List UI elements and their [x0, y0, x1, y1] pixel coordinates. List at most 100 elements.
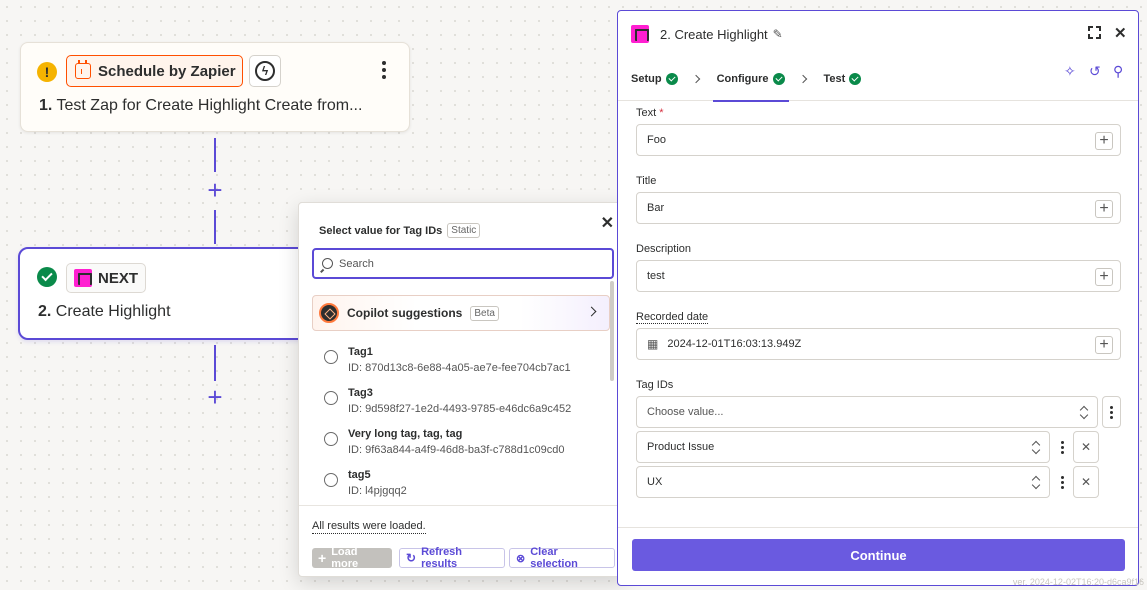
remove-tag-value-1-button[interactable]: ✕: [1073, 431, 1099, 463]
tag-ids-field-label: Tag IDs: [636, 379, 674, 391]
step-2-card[interactable]: NEXT 2. Create Highlight: [18, 247, 318, 340]
tab-setup-label: Setup: [631, 72, 662, 85]
tag-ids-popover: Select value for Tag IDs Static ✕ Copilo…: [298, 202, 627, 577]
insert-data-button[interactable]: +: [1095, 200, 1113, 218]
tag-ids-select[interactable]: Choose value...: [636, 396, 1098, 428]
clear-label: Clear selection: [530, 546, 578, 570]
tag-ids-placeholder: Choose value...: [647, 406, 724, 418]
remove-tag-value-2-button[interactable]: ✕: [1073, 466, 1099, 498]
next-logo-icon: [631, 25, 649, 43]
warning-icon: !: [37, 62, 57, 82]
tag-value-select-1[interactable]: Product Issue: [636, 431, 1050, 463]
tag-value-1-options-button[interactable]: [1054, 431, 1070, 463]
search-icon: [322, 258, 333, 269]
option-id: ID: 870d13c8-6e88-4a05-ae7e-fee704cb7ac1: [348, 362, 571, 374]
required-marker: *: [659, 107, 664, 119]
clear-selection-button[interactable]: ⊗ Clear selection: [509, 546, 615, 570]
close-icon[interactable]: ✕: [601, 213, 614, 233]
add-step-button-1[interactable]: +: [205, 177, 225, 203]
step-2-app-name: NEXT: [98, 269, 139, 287]
radio-button[interactable]: [324, 473, 338, 487]
insert-data-button[interactable]: +: [1095, 336, 1113, 354]
more-vertical-icon: [1110, 405, 1113, 419]
step-1-card[interactable]: ! Schedule by Zapier ϟ 1. Test Zap for C…: [20, 42, 410, 132]
refresh-results-button[interactable]: ↻ Refresh results: [399, 546, 505, 570]
scrollbar[interactable]: [610, 281, 614, 381]
panel-title: 2. Create Highlight: [660, 26, 768, 42]
tag-ids-options-button[interactable]: [1102, 396, 1121, 428]
recorded-date-field[interactable]: ▦ 2024-12-01T16:03:13.949Z +: [636, 328, 1121, 360]
radio-button[interactable]: [324, 432, 338, 446]
panel-header: 2. Create Highlight ✎: [618, 11, 1138, 57]
description-value: test: [647, 270, 665, 282]
pencil-icon[interactable]: ✎: [773, 27, 783, 41]
insert-data-button[interactable]: +: [1095, 268, 1113, 286]
tag-value-2-options-button[interactable]: [1054, 466, 1070, 498]
close-panel-icon[interactable]: ✕: [1114, 24, 1127, 42]
tab-test-label: Test: [823, 72, 846, 85]
static-badge: Static: [447, 223, 481, 238]
plus-icon: +: [318, 550, 327, 566]
text-value: Foo: [647, 134, 666, 146]
title-value: Bar: [647, 202, 665, 214]
refresh-icon: ↻: [406, 551, 417, 565]
title-field[interactable]: Bar +: [636, 192, 1121, 224]
close-icon: ✕: [1080, 475, 1092, 489]
chevron-updown-icon: [1080, 406, 1088, 420]
app-chip-next[interactable]: NEXT: [66, 263, 146, 293]
text-field[interactable]: Foo +: [636, 124, 1121, 156]
step-1-menu-icon[interactable]: [381, 61, 387, 79]
version-label: ver. 2024-12-02T16:20-d6ca9f16: [1012, 577, 1144, 587]
title-field-label: Title: [636, 175, 657, 187]
connector-line-bottom: [214, 345, 216, 381]
app-chip-schedule[interactable]: Schedule by Zapier: [66, 55, 243, 87]
copilot-icon: [319, 303, 339, 323]
undo-icon[interactable]: ↺: [1089, 63, 1101, 80]
description-field[interactable]: test +: [636, 260, 1121, 292]
copilot-suggestions-button[interactable]: Copilot suggestions Beta: [312, 295, 610, 331]
sparkle-icon[interactable]: ✧: [1064, 63, 1076, 80]
copilot-label: Copilot suggestions: [347, 306, 463, 320]
clear-circle-icon: ⊗: [516, 552, 526, 565]
expand-icon[interactable]: [1088, 26, 1101, 39]
list-item[interactable]: tag5 ID: l4pjgqq2: [324, 469, 604, 505]
step-2-number: 2.: [38, 303, 52, 320]
check-icon: [849, 72, 862, 85]
tag-value-select-2[interactable]: UX: [636, 466, 1050, 498]
radio-button[interactable]: [324, 391, 338, 405]
refresh-label: Refresh results: [421, 546, 463, 570]
option-id: ID: 9d598f27-1e2d-4493-9785-e46dc6a9c452: [348, 403, 572, 415]
search-icon[interactable]: ⚲: [1113, 63, 1123, 80]
option-label: Tag1: [348, 346, 373, 358]
load-more-button[interactable]: + Load more: [312, 546, 392, 570]
search-input[interactable]: [339, 257, 599, 270]
search-field[interactable]: [312, 248, 614, 279]
trigger-chip[interactable]: ϟ: [249, 55, 281, 87]
description-field-label: Description: [636, 243, 692, 255]
bolt-icon: ϟ: [255, 61, 275, 81]
list-item[interactable]: Tag3 ID: 9d598f27-1e2d-4493-9785-e46dc6a…: [324, 387, 604, 423]
tag-value-2: UX: [647, 476, 663, 488]
tag-value-1: Product Issue: [647, 441, 715, 453]
step-2-title: 2. Create Highlight: [38, 303, 171, 321]
tab-setup[interactable]: Setup: [629, 57, 680, 101]
check-icon: [772, 72, 785, 85]
radio-button[interactable]: [324, 350, 338, 364]
text-field-label: Text *: [636, 107, 664, 119]
continue-button[interactable]: Continue: [632, 539, 1125, 571]
add-step-button-2[interactable]: +: [205, 384, 225, 410]
recorded-date-value: 2024-12-01T16:03:13.949Z: [667, 338, 802, 350]
tab-test[interactable]: Test: [822, 57, 864, 101]
insert-data-button[interactable]: +: [1095, 132, 1113, 150]
popover-title-text: Select value for Tag IDs: [319, 224, 443, 237]
chevron-right-icon: [798, 74, 807, 83]
recorded-date-field-label: Recorded date: [636, 311, 709, 324]
step-1-title-text: Test Zap for Create Highlight Create fro…: [56, 97, 363, 114]
tab-configure[interactable]: Configure: [712, 57, 789, 102]
option-id: ID: 9f63a844-a4f9-46d8-ba3f-c788d1c09cd0: [348, 444, 565, 456]
panel-footer-divider: [618, 527, 1138, 528]
popover-divider: [299, 505, 626, 506]
list-item[interactable]: Very long tag, tag, tag ID: 9f63a844-a4f…: [324, 428, 604, 464]
list-item[interactable]: Tag1 ID: 870d13c8-6e88-4a05-ae7e-fee704c…: [324, 346, 604, 382]
calendar-icon: [75, 60, 91, 79]
